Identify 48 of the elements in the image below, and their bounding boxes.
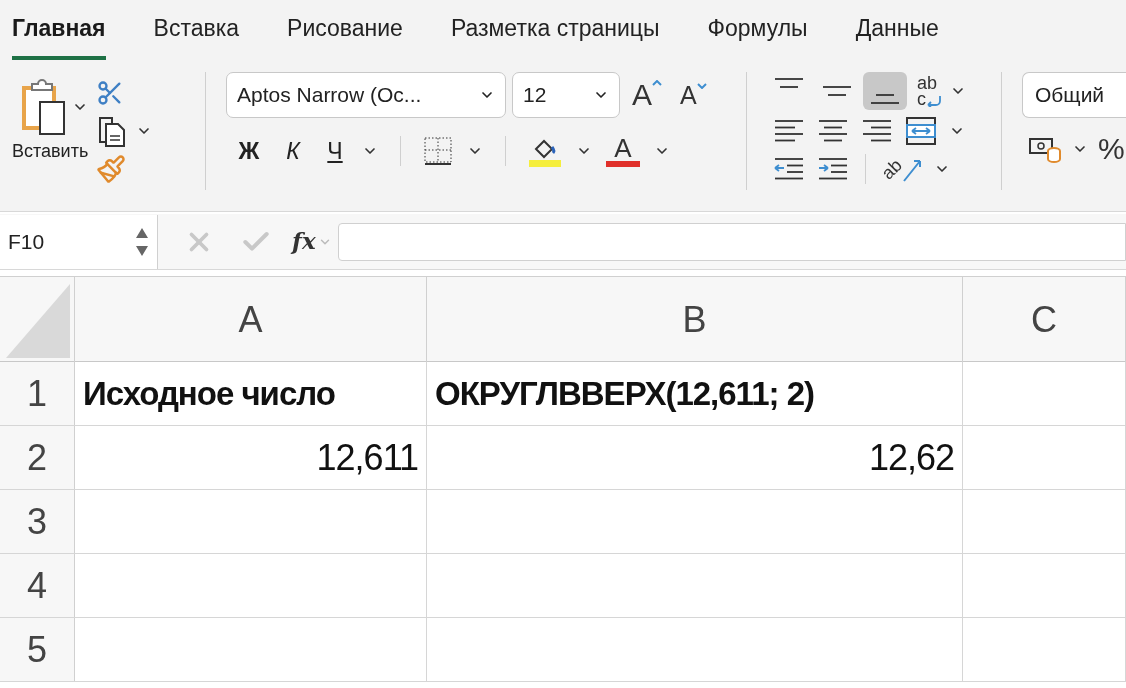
ribbon-tab[interactable]: Вставка xyxy=(153,0,240,60)
font-name-dropdown[interactable]: Aptos Narrow (Ос... xyxy=(226,72,506,118)
bold-button[interactable]: Ж xyxy=(234,134,264,169)
column-header[interactable]: A xyxy=(75,277,427,362)
italic-button[interactable]: К xyxy=(278,134,308,169)
ribbon-tab[interactable]: Данные xyxy=(855,0,939,60)
row-header[interactable]: 4 xyxy=(0,554,75,617)
cell-text: Исходное число xyxy=(83,373,335,414)
font-size-dropdown[interactable]: 12 xyxy=(512,72,620,118)
vertical-align-button[interactable] xyxy=(863,72,907,110)
borders-icon[interactable] xyxy=(423,136,453,167)
row-header[interactable]: 2 xyxy=(0,426,75,489)
cell-text: 12,611 xyxy=(316,435,418,480)
chevron-down-icon xyxy=(696,82,707,89)
return-arrow-icon xyxy=(926,95,942,108)
align-lines-icon xyxy=(823,86,851,96)
ribbon-tab[interactable]: Рисование xyxy=(287,0,403,60)
number-format-dropdown[interactable]: Общий xyxy=(1022,72,1126,118)
align-lines-icon xyxy=(775,78,803,88)
name-box[interactable]: F10 xyxy=(0,214,158,269)
insert-function-button[interactable]: fx xyxy=(292,224,316,259)
cell-text: 12,62 xyxy=(868,435,954,480)
chevron-up-icon xyxy=(652,80,662,86)
row-header[interactable]: 3 xyxy=(0,490,75,553)
cell-text: ОКРУГЛВВЕРХ(12,611; 2) xyxy=(435,373,814,414)
ribbon-tab[interactable]: Формулы xyxy=(707,0,808,60)
increase-indent-icon[interactable] xyxy=(817,156,849,182)
underline-button[interactable]: Ч xyxy=(322,134,348,169)
row-header[interactable]: 1 xyxy=(0,362,75,425)
row-header[interactable]: 5 xyxy=(0,618,75,681)
decrease-font-size-button[interactable]: A xyxy=(680,82,707,108)
paste-label[interactable]: Вставить xyxy=(12,138,89,165)
decrease-indent-icon[interactable] xyxy=(773,156,805,182)
wrap-text-button[interactable]: ab c xyxy=(917,74,942,108)
merge-cells-icon[interactable] xyxy=(905,116,937,146)
text-orientation-button[interactable]: ab xyxy=(882,155,923,183)
align-right-icon[interactable] xyxy=(861,118,893,144)
increase-font-size-button[interactable]: A xyxy=(632,80,662,110)
font-color-button[interactable]: A xyxy=(606,135,640,168)
align-left-icon[interactable] xyxy=(773,118,805,144)
align-center-icon[interactable] xyxy=(817,118,849,144)
column-header[interactable]: C xyxy=(963,277,1126,362)
column-header[interactable]: B xyxy=(427,277,963,362)
ribbon-tab[interactable]: Разметка страницы xyxy=(450,0,660,60)
formula-input[interactable] xyxy=(337,222,1126,261)
percent-button[interactable]: % xyxy=(1098,134,1125,164)
currency-format-icon[interactable] xyxy=(1028,135,1062,163)
align-lines-icon xyxy=(871,94,899,104)
